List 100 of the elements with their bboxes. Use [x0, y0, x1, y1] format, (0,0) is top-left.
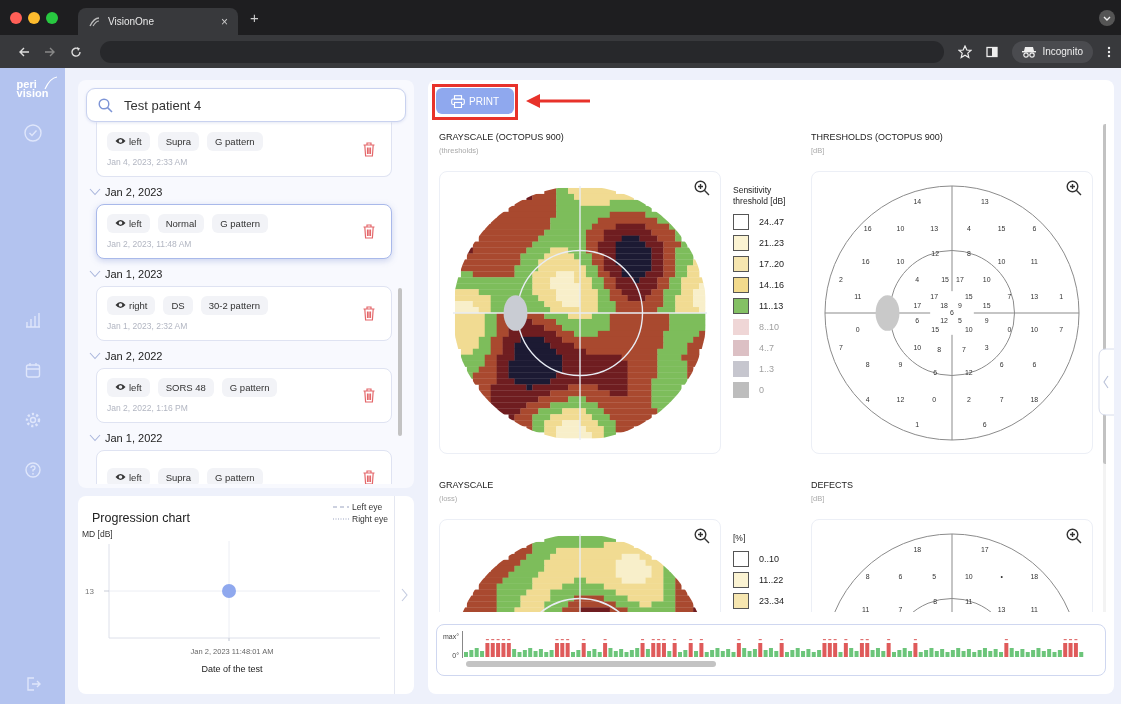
- window-control-icon[interactable]: [10, 11, 22, 24]
- eye-tag: left: [107, 131, 150, 151]
- trash-icon[interactable]: [363, 305, 375, 321]
- test-time: Jan 2, 2023, 11:48 AM: [107, 238, 193, 249]
- legend-label: 23..34: [759, 596, 785, 606]
- back-icon[interactable]: [18, 45, 30, 58]
- strategy-tag: Normal: [157, 213, 205, 233]
- window-control-icon[interactable]: [46, 11, 58, 24]
- tab-search-icon[interactable]: [1099, 9, 1115, 26]
- blind-spot-marker: [875, 294, 900, 331]
- incognito-icon: [1022, 45, 1037, 58]
- search-icon: [98, 98, 113, 113]
- forward-icon[interactable]: [44, 45, 56, 58]
- date-group-header[interactable]: Jan 2, 2023: [89, 179, 392, 204]
- legend-label: Right eye: [352, 514, 388, 524]
- site-logo-icon: [88, 15, 100, 28]
- test-time: Jan 4, 2023, 2:33 AM: [107, 156, 189, 167]
- zoom-in-icon[interactable]: [694, 180, 710, 196]
- window-control-icon[interactable]: [28, 11, 40, 24]
- eye-icon: [115, 473, 126, 481]
- section-title: DEFECTS: [811, 480, 854, 490]
- strategy-tag: Supra: [157, 131, 200, 151]
- legend-label: 11..13: [759, 301, 784, 311]
- legend-label: 17..20: [759, 259, 785, 269]
- app-logo: peri vision: [16, 80, 49, 98]
- zoom-in-icon[interactable]: [1066, 528, 1082, 544]
- legend-label: 8..10: [759, 322, 780, 332]
- zoom-in-icon[interactable]: [694, 528, 710, 544]
- zoom-in-icon[interactable]: [1066, 180, 1082, 196]
- test-card[interactable]: left Normal G pattern Jan 2, 2023, 11:48 AM: [96, 204, 392, 259]
- test-card[interactable]: right DS 30-2 pattern Jan 1, 2023, 2:32 AM: [96, 286, 392, 341]
- tab-title: VisionOne: [108, 16, 155, 27]
- legend-line-icon: [333, 505, 350, 509]
- test-card[interactable]: left Supra G pattern: [96, 450, 392, 484]
- pattern-tag: G pattern: [221, 377, 278, 397]
- trash-icon[interactable]: [363, 469, 375, 484]
- scrollbar-thumb[interactable]: [466, 661, 717, 667]
- chevron-right-icon: [401, 588, 408, 602]
- legend-label: 11..22: [759, 575, 784, 585]
- blind-spot-marker: [503, 294, 528, 331]
- section-title: GRAYSCALE (OCTOPUS 900): [439, 132, 565, 142]
- test-card[interactable]: left Supra G pattern Jan 4, 2023, 2:33 AM: [96, 122, 392, 177]
- logo-arc-icon: [44, 76, 59, 90]
- bookmark-star-icon[interactable]: [958, 44, 973, 59]
- axis-label: Date of the test: [200, 664, 264, 674]
- eye-icon: [115, 383, 126, 391]
- browser-tab[interactable]: VisionOne ×: [78, 8, 238, 35]
- eye-tag: right: [107, 295, 156, 315]
- legend-label: 0..10: [759, 554, 780, 564]
- eye-tag: left: [107, 213, 150, 233]
- pattern-tag: 30-2 pattern: [200, 295, 268, 315]
- annotation-arrow: [526, 93, 592, 109]
- pattern-tag: G pattern: [212, 213, 268, 233]
- data-point[interactable]: [222, 584, 236, 598]
- eye-tag: left: [107, 377, 150, 397]
- group-date: Jan 2, 2022: [105, 349, 163, 362]
- section-title: GRAYSCALE: [439, 480, 495, 490]
- test-card[interactable]: left SORS 48 G pattern Jan 2, 2022, 1:16 PM: [96, 368, 392, 423]
- legend-label: Left eye: [352, 502, 383, 512]
- legend-label: 24..47: [759, 217, 785, 227]
- legend-label: 21..23: [759, 238, 785, 248]
- chart-title: Progression chart: [92, 511, 190, 525]
- close-tab-button[interactable]: ×: [221, 14, 228, 29]
- pattern-tag: G pattern: [207, 467, 263, 484]
- legend-label: 0: [759, 385, 764, 395]
- date-group-header[interactable]: Jan 2, 2022: [89, 343, 392, 368]
- pattern-tag: G pattern: [207, 131, 263, 151]
- side-panel-icon[interactable]: [986, 45, 999, 58]
- trash-icon[interactable]: [363, 223, 375, 239]
- test-time: Jan 2, 2022, 1:16 PM: [107, 402, 189, 413]
- check-circle-icon[interactable]: [23, 124, 42, 142]
- scrollbar-thumb[interactable]: [398, 288, 402, 436]
- search-field[interactable]: Test patient 4: [86, 88, 406, 122]
- eye-icon: [115, 219, 126, 227]
- more-menu-icon[interactable]: [1107, 45, 1111, 58]
- date-group-header[interactable]: Jan 1, 2023: [89, 261, 392, 286]
- strategy-tag: Supra: [157, 467, 200, 484]
- group-date: Jan 2, 2023: [105, 185, 163, 198]
- eye-icon: [115, 301, 126, 309]
- date-group-header[interactable]: Jan 1, 2022: [89, 425, 392, 450]
- group-date: Jan 1, 2023: [105, 267, 163, 280]
- legend-title: Sensitivity threshold [dB]: [733, 185, 787, 207]
- reload-icon[interactable]: [70, 45, 82, 58]
- trash-icon[interactable]: [363, 387, 375, 403]
- test-time: Jan 1, 2023, 2:32 AM: [107, 320, 189, 331]
- strategy-tag: SORS 48: [157, 377, 214, 397]
- legend-title: [%]: [733, 533, 747, 544]
- strategy-tag: DS: [163, 295, 193, 315]
- axis-label: MD [dB]: [82, 529, 114, 539]
- section-title: THRESHOLDS (OCTOPUS 900): [811, 132, 944, 142]
- eye-icon: [115, 137, 126, 145]
- printer-icon: [451, 94, 465, 108]
- tick-label: 13: [85, 587, 94, 596]
- trash-icon[interactable]: [363, 141, 375, 157]
- collapse-handle[interactable]: [1098, 348, 1114, 416]
- new-tab-button[interactable]: +: [250, 9, 259, 26]
- group-date: Jan 1, 2022: [105, 431, 163, 444]
- legend-label: 1..3: [759, 364, 774, 374]
- legend-label: 4..7: [759, 343, 774, 353]
- incognito-button[interactable]: Incognito: [1012, 40, 1093, 63]
